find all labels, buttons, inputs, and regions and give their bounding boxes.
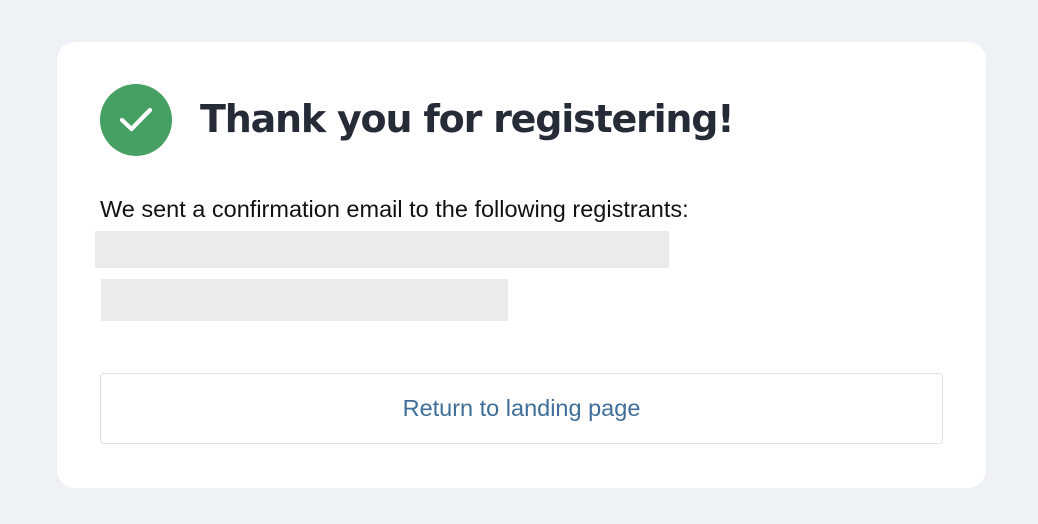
checkmark-icon [119, 107, 153, 132]
return-to-landing-page-button[interactable]: Return to landing page [100, 373, 943, 444]
page-title: Thank you for registering! [200, 97, 735, 141]
registrant-redacted-2 [101, 279, 508, 321]
success-checkmark-icon [100, 84, 172, 156]
confirmation-message: We sent a confirmation email to the foll… [100, 196, 689, 222]
confirmation-card: Thank you for registering! We sent a con… [57, 42, 986, 488]
registrant-redacted-1 [95, 231, 669, 268]
